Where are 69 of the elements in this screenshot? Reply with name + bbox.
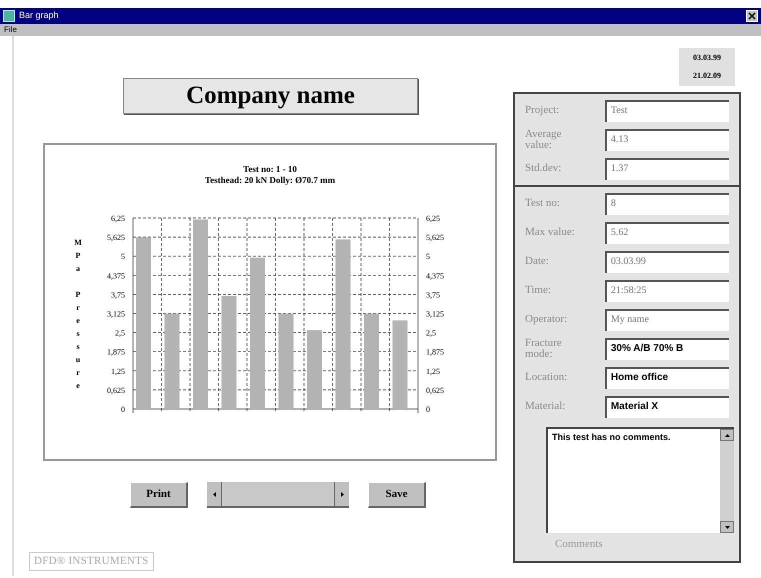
tick-label: 1,25 [111,366,125,376]
tick-label: 1,875 [426,348,444,357]
text-field[interactable]: Test [604,100,729,122]
menu-item[interactable]: File [4,24,17,36]
left-arrow-icon [212,492,216,496]
close-icon [748,12,756,20]
text-field[interactable]: 5.62 [604,222,729,244]
down-arrow-icon [724,526,730,528]
tick-label: 2,5 [115,328,125,338]
field-label: Test no: [525,198,561,209]
app-icon [3,10,15,22]
text-field[interactable]: Material X [604,396,729,418]
save-button[interactable]: Save [368,482,426,508]
text-field[interactable]: 1.37 [604,158,729,180]
scrollbar[interactable] [207,482,349,508]
axis-title: MPa Pressure [74,238,82,390]
scroll-right-button[interactable] [334,482,349,506]
company-name: Company name [123,78,418,114]
chart-title: Test no: 1 - 10 [243,164,297,174]
tick-label: 0,625 [107,386,125,395]
print-button[interactable]: Print [130,482,188,508]
tick-label: 5,625 [107,233,125,242]
text-field[interactable]: 8 [604,192,729,214]
chart-title: Testhead: 20 kN Dolly: Ø70.7 mm [204,175,336,185]
text-field[interactable]: My name [604,308,729,330]
text-field[interactable]: 21:58:25 [604,280,729,302]
up-arrow-icon [724,434,730,436]
stamp-text: 03.03.99 [693,52,721,64]
tick-label: 6,25 [426,214,440,223]
tick-label: 3,125 [426,310,444,318]
tick-label: 1,875 [107,348,125,357]
field-label: Average value: [525,128,562,150]
tick-label: 3,75 [426,290,440,300]
right-arrow-icon [340,492,344,496]
close-button[interactable] [746,10,758,22]
tick-label: 5,625 [426,233,444,242]
field-label: Date: [525,256,550,267]
field-label: Time: [525,285,552,296]
tick-label: 3,75 [111,290,125,300]
field-label: Material: [525,401,566,412]
stamp-text: 21.02.09 [693,70,721,82]
comments-field[interactable]: This test has no comments. [546,427,734,533]
scroll-left-button[interactable] [207,482,222,506]
text-field[interactable]: 03.03.99 [604,250,729,272]
field-label: Max value: [525,227,576,238]
tick-label: 2,5 [426,328,436,338]
tick-label: 0,625 [426,386,444,395]
field-label: Fracture mode: [525,338,563,360]
field-label: Operator: [525,314,568,325]
tick-label: 6,25 [111,214,125,223]
tick-label: 3,125 [107,310,125,318]
tick-label: 5 [121,252,125,262]
tick-label: 4,375 [426,271,444,280]
comments-label: Comments [555,537,604,552]
vertical-scrollbar[interactable] [720,429,734,533]
text-field[interactable]: 30% A/B 70% B [604,338,729,360]
field-label: Location: [525,372,568,383]
field-label: Std.dev: [525,163,562,174]
tick-label: 4,375 [107,271,125,280]
tick-label: 5 [426,252,430,262]
text-field[interactable]: 4.13 [604,128,729,150]
tick-label: 1,25 [426,366,440,376]
brand-logo: DFD® INSTRUMENTS [29,552,154,570]
tick-label: 0 [426,405,430,414]
window-title: Bar graph [19,9,59,22]
field-label: Project: [525,105,560,116]
comment-text: This test has no comments. [551,431,672,444]
text-field[interactable]: Home office [604,366,729,388]
tick-label: 0 [121,405,125,414]
